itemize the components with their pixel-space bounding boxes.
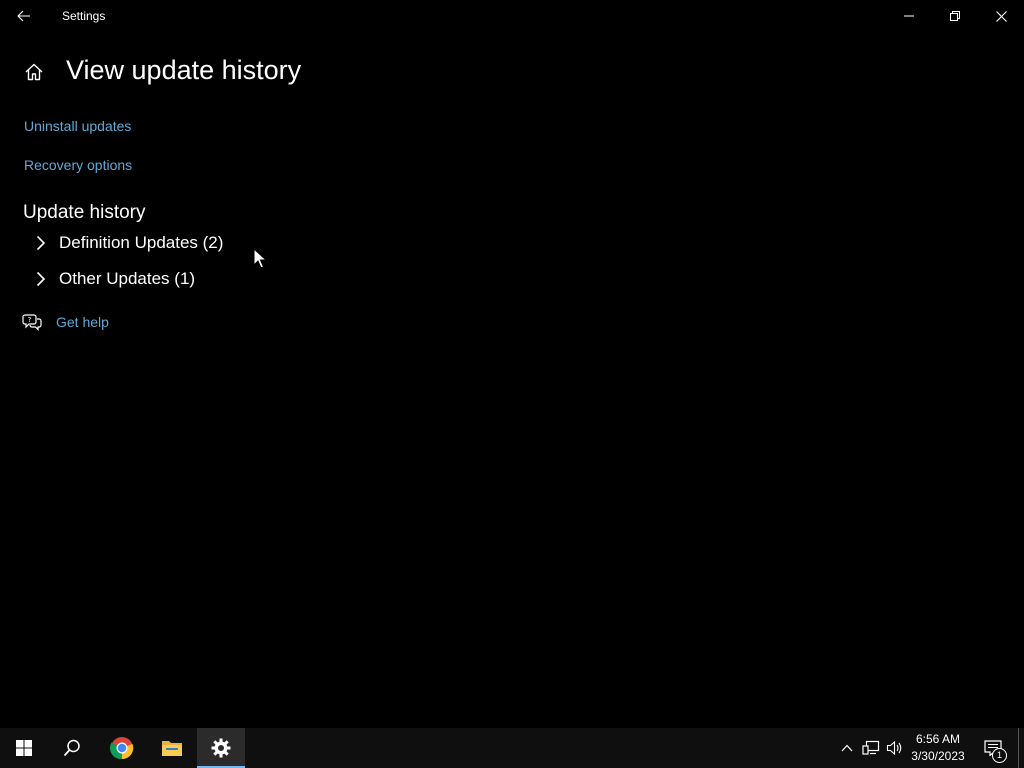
page-title: View update history	[66, 55, 302, 85]
chevron-right-icon	[30, 268, 52, 290]
definition-updates-group[interactable]: Definition Updates (2)	[30, 228, 223, 258]
other-updates-label: Other Updates (1)	[59, 269, 196, 288]
chevron-up-icon	[841, 744, 853, 752]
show-desktop-button[interactable]	[1018, 728, 1019, 768]
action-center-button[interactable]: 1	[978, 728, 1008, 768]
uninstall-updates-link[interactable]: Uninstall updates	[24, 118, 131, 134]
chat-help-icon: ?	[22, 312, 42, 332]
settings-window: Settings View update history Uninstall u…	[0, 0, 1024, 728]
show-hidden-icons-button[interactable]	[838, 728, 856, 768]
taskbar: 6:56 AM 3/30/2023 1	[0, 728, 1024, 768]
back-arrow-icon	[17, 10, 30, 22]
search-button[interactable]	[48, 728, 96, 768]
clock-time: 6:56 AM	[915, 732, 961, 746]
other-updates-group[interactable]: Other Updates (1)	[30, 264, 195, 294]
svg-text:?: ?	[28, 316, 32, 324]
title-bar: Settings	[0, 0, 1024, 32]
chrome-icon	[110, 737, 134, 760]
gear-icon	[211, 738, 231, 758]
search-icon	[63, 739, 80, 757]
get-help-link[interactable]: Get help	[56, 314, 109, 330]
notification-count-badge: 1	[992, 748, 1007, 763]
minimize-button[interactable]	[886, 0, 932, 32]
chrome-taskbar-button[interactable]	[98, 728, 146, 768]
network-icon	[862, 740, 880, 755]
volume-tray-button[interactable]	[884, 728, 906, 768]
minimize-icon	[904, 15, 914, 17]
close-button[interactable]	[978, 0, 1024, 32]
get-help-row[interactable]: ? Get help	[22, 311, 109, 333]
windows-start-icon	[16, 740, 32, 756]
start-button[interactable]	[0, 728, 48, 768]
restore-icon	[950, 11, 960, 21]
network-tray-button[interactable]	[860, 728, 882, 768]
definition-updates-label: Definition Updates (2)	[59, 233, 224, 252]
chevron-right-icon	[30, 232, 52, 254]
back-button[interactable]	[8, 0, 40, 32]
settings-taskbar-button[interactable]	[197, 728, 245, 768]
restore-button[interactable]	[932, 0, 978, 32]
speaker-icon	[886, 740, 902, 756]
recovery-options-link[interactable]: Recovery options	[24, 157, 132, 173]
file-explorer-taskbar-button[interactable]	[148, 728, 196, 768]
home-button[interactable]	[22, 60, 46, 84]
mouse-cursor-icon	[253, 248, 267, 269]
home-icon	[25, 63, 43, 81]
close-icon	[995, 10, 1007, 22]
app-title: Settings	[62, 9, 106, 23]
clock-date: 3/30/2023	[911, 749, 965, 763]
folder-icon	[162, 741, 182, 756]
taskbar-clock[interactable]: 6:56 AM 3/30/2023	[906, 731, 970, 765]
update-history-heading: Update history	[23, 202, 146, 223]
